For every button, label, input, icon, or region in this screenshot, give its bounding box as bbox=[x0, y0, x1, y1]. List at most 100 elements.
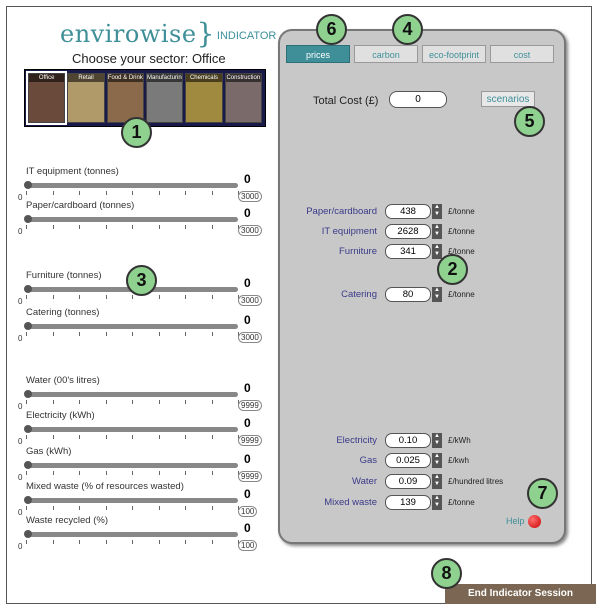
slider-handle[interactable] bbox=[24, 530, 32, 538]
price-input[interactable]: 80 bbox=[385, 287, 431, 302]
slider-tick bbox=[26, 435, 27, 439]
slider-track[interactable] bbox=[24, 425, 238, 433]
slider-min: 0 bbox=[18, 227, 23, 236]
slider-max: 3000 bbox=[238, 295, 262, 306]
help-link[interactable]: Help bbox=[506, 516, 525, 526]
slider-track[interactable] bbox=[24, 496, 238, 504]
slider-min: 0 bbox=[18, 334, 23, 343]
slider-track[interactable] bbox=[24, 181, 238, 189]
sector-office[interactable]: Office bbox=[25, 71, 68, 125]
price-input[interactable]: 438 bbox=[385, 204, 431, 219]
help-icon[interactable] bbox=[528, 515, 541, 528]
slider-tick bbox=[185, 191, 186, 195]
sector-construction[interactable]: Construction bbox=[224, 73, 262, 123]
slider-track[interactable] bbox=[24, 390, 238, 398]
price-stepper-icon[interactable]: ▲ ▼ bbox=[432, 495, 442, 510]
slider-ticks bbox=[26, 400, 239, 404]
slider-tick bbox=[26, 191, 27, 195]
slider-min: 0 bbox=[18, 402, 23, 411]
total-cost-label: Total Cost (£) bbox=[313, 95, 379, 107]
slider-track[interactable] bbox=[24, 322, 238, 330]
slider-ticks bbox=[26, 225, 239, 229]
price-label: Water bbox=[352, 476, 377, 487]
slider-label: Paper/cardboard (tonnes) bbox=[26, 200, 135, 211]
slider-tick bbox=[26, 400, 27, 404]
callout-badge-4: 4 bbox=[392, 14, 423, 45]
slider-tick bbox=[132, 506, 133, 510]
price-unit: £/tonne bbox=[448, 498, 475, 507]
price-stepper-icon[interactable]: ▲ ▼ bbox=[432, 224, 442, 239]
slider-handle[interactable] bbox=[24, 496, 32, 504]
slider-tick bbox=[52, 191, 54, 195]
slider-max: 3000 bbox=[238, 191, 262, 202]
slider-track[interactable] bbox=[24, 215, 238, 223]
price-label: Furniture bbox=[338, 246, 377, 257]
slider-tick bbox=[158, 191, 160, 195]
price-stepper-icon[interactable]: ▲ ▼ bbox=[432, 204, 442, 219]
total-cost-field: 0 bbox=[389, 91, 447, 108]
price-input[interactable]: 139 bbox=[385, 495, 431, 510]
slider-tick bbox=[105, 191, 107, 195]
price-stepper-icon[interactable]: ▲ ▼ bbox=[432, 453, 442, 468]
price-stepper-icon[interactable]: ▲ ▼ bbox=[432, 287, 442, 302]
slider-tick bbox=[26, 295, 27, 299]
slider-tick bbox=[79, 540, 80, 544]
slider-handle[interactable] bbox=[24, 181, 32, 189]
slider-tick bbox=[52, 295, 54, 299]
slider-handle[interactable] bbox=[24, 322, 32, 330]
slider-tick bbox=[52, 435, 54, 439]
slider-min: 0 bbox=[18, 193, 23, 202]
slider-tick bbox=[79, 295, 80, 299]
sector-retail[interactable]: Retail bbox=[67, 73, 105, 123]
slider-max: 9999 bbox=[238, 400, 262, 411]
slider-tick bbox=[158, 400, 160, 404]
callout-badge-6: 6 bbox=[316, 14, 347, 45]
price-input[interactable]: 0.025 bbox=[385, 453, 431, 468]
slider-tick bbox=[79, 471, 80, 475]
slider-handle[interactable] bbox=[24, 390, 32, 398]
price-stepper-icon[interactable]: ▲ ▼ bbox=[432, 433, 442, 448]
sector-prompt: Choose your sector: Office bbox=[72, 51, 226, 66]
slider-tick bbox=[105, 506, 107, 510]
tab-eco-footprint[interactable]: eco-footprint bbox=[422, 45, 486, 63]
price-input[interactable]: 0.10 bbox=[385, 433, 431, 448]
slider-tick bbox=[211, 435, 213, 439]
price-input[interactable]: 0.09 bbox=[385, 474, 431, 489]
sector-manufacturing[interactable]: Manufacturing bbox=[145, 73, 184, 123]
slider-tick bbox=[211, 471, 213, 475]
slider-handle[interactable] bbox=[24, 285, 32, 293]
tab-cost[interactable]: cost bbox=[490, 45, 554, 63]
price-input[interactable]: 2628 bbox=[385, 224, 431, 239]
slider-tick bbox=[132, 435, 133, 439]
tab-carbon[interactable]: carbon bbox=[354, 45, 418, 63]
slider-handle[interactable] bbox=[24, 215, 32, 223]
slider-max: 9999 bbox=[238, 471, 262, 482]
slider-track[interactable] bbox=[24, 530, 238, 538]
sector-food-drink[interactable]: Food & Drink bbox=[106, 73, 144, 123]
price-stepper-icon[interactable]: ▲ ▼ bbox=[432, 244, 442, 259]
tab-prices[interactable]: prices bbox=[286, 45, 350, 63]
price-input[interactable]: 341 bbox=[385, 244, 431, 259]
slider-tick bbox=[211, 332, 213, 336]
price-stepper-icon[interactable]: ▲ ▼ bbox=[432, 474, 442, 489]
slider-value: 0 bbox=[244, 172, 251, 186]
slider-tick bbox=[105, 540, 107, 544]
end-session-button[interactable]: End Indicator Session bbox=[445, 584, 596, 604]
slider-handle[interactable] bbox=[24, 425, 32, 433]
slider-tick bbox=[132, 471, 133, 475]
slider-tick bbox=[52, 540, 54, 544]
callout-badge-2: 2 bbox=[437, 254, 468, 285]
slider-label: Water (00's litres) bbox=[26, 375, 100, 386]
slider-tick bbox=[211, 191, 213, 195]
sector-chemicals[interactable]: Chemicals bbox=[185, 73, 223, 123]
slider-tick bbox=[105, 295, 107, 299]
price-label: IT equipment bbox=[321, 226, 377, 237]
slider-value: 0 bbox=[244, 521, 251, 535]
slider-value: 0 bbox=[244, 452, 251, 466]
slider-track[interactable] bbox=[24, 461, 238, 469]
slider-handle[interactable] bbox=[24, 461, 32, 469]
slider-tick bbox=[158, 540, 160, 544]
panel-tabs: prices carbon eco-footprint cost bbox=[286, 45, 554, 65]
callout-badge-5: 5 bbox=[514, 106, 545, 137]
scenarios-button[interactable]: scenarios bbox=[481, 91, 535, 107]
